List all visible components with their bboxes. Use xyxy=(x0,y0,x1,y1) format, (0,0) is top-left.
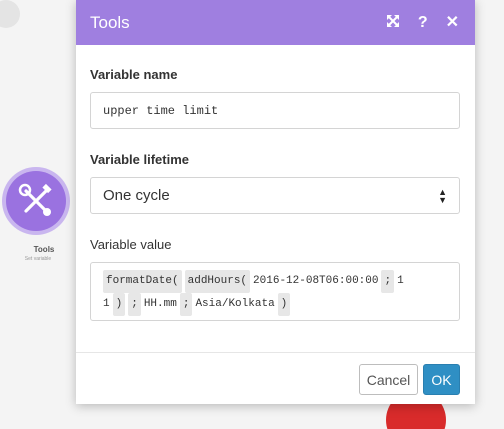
function-token[interactable]: formatDate( xyxy=(103,270,182,293)
close-icon[interactable]: ✕ xyxy=(446,14,459,31)
function-token[interactable]: ; xyxy=(128,293,141,316)
value-line-1: formatDate(addHours(2016-12-08T06:00:00;… xyxy=(103,270,449,293)
sort-arrows-icon: ▲ ▼ xyxy=(438,186,447,205)
select-value: One cycle xyxy=(103,187,170,204)
variable-lifetime-label: Variable lifetime xyxy=(90,152,189,167)
variable-lifetime-select[interactable]: One cycle ▲ ▼ xyxy=(90,177,460,214)
function-token[interactable]: ; xyxy=(179,293,193,316)
tools-icon xyxy=(6,171,66,231)
variable-name-label: Variable name xyxy=(90,67,178,82)
function-token[interactable]: ; xyxy=(381,270,395,293)
text-token: 2016-12-08T06:00:00 xyxy=(253,275,379,287)
function-token[interactable]: ) xyxy=(112,293,126,316)
text-token: HH.mm xyxy=(143,298,177,310)
background-node xyxy=(0,0,20,28)
tools-dialog: Tools ? ✕ Variable name upper time limit… xyxy=(76,0,475,404)
tools-module-node[interactable] xyxy=(0,165,72,237)
module-sublabel: Set variable xyxy=(24,256,52,262)
help-icon[interactable]: ? xyxy=(418,14,428,31)
function-token[interactable]: addHours( xyxy=(184,270,251,293)
header-icons: ? ✕ xyxy=(386,14,459,32)
cancel-button[interactable]: Cancel xyxy=(359,364,418,395)
footer-divider xyxy=(76,352,475,353)
text-token: 1 xyxy=(397,275,404,287)
variable-value-label: Variable value xyxy=(90,237,172,252)
dialog-header: Tools ? ✕ xyxy=(76,0,475,45)
expand-icon[interactable] xyxy=(386,14,400,32)
function-token[interactable]: ) xyxy=(277,293,291,316)
variable-value-editor[interactable]: formatDate(addHours(2016-12-08T06:00:00;… xyxy=(90,262,460,321)
value-line-2: 1); HH.mm; Asia/Kolkata) xyxy=(103,293,449,316)
ok-button[interactable]: OK xyxy=(423,364,460,395)
dialog-title: Tools xyxy=(90,12,130,32)
text-token: 1 xyxy=(103,298,110,310)
variable-name-input[interactable] xyxy=(90,92,460,129)
module-label: Tools xyxy=(33,245,55,254)
text-token: Asia/Kolkata xyxy=(195,298,275,310)
